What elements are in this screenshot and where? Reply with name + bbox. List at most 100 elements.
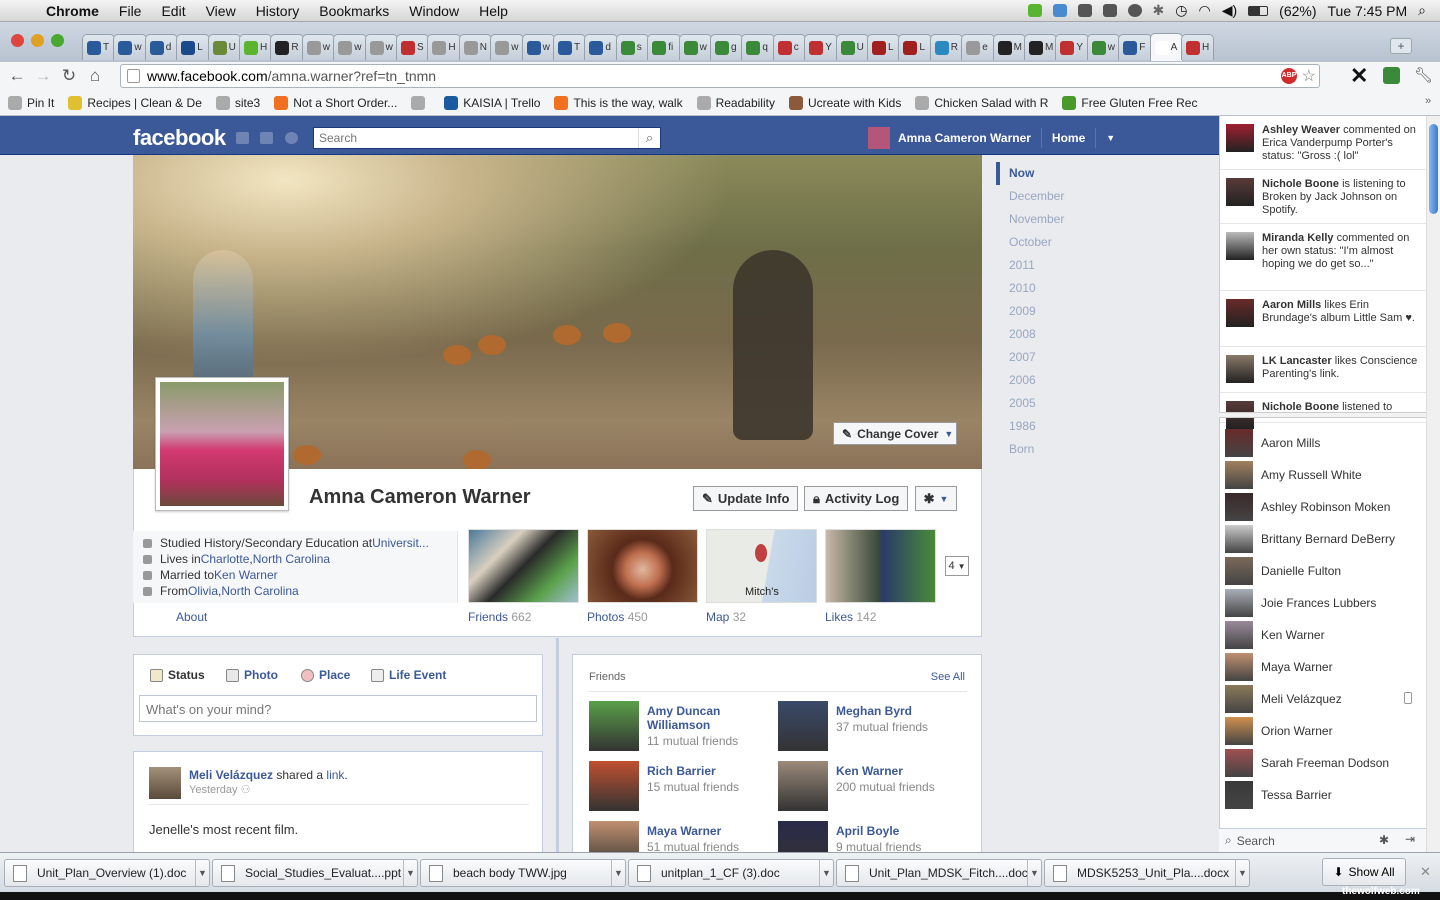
timeline-nav-item[interactable]: November [996,208,1196,231]
browser-tab[interactable]: d [144,34,179,60]
zoom-window-button[interactable] [51,34,64,47]
about-row-link[interactable]: Ken Warner [214,568,278,582]
photos-thumbnail[interactable] [587,529,698,603]
friend-requests-icon[interactable] [236,132,249,144]
bookmark-item[interactable]: Pin It [8,95,54,110]
volume-icon[interactable]: ◀) [1222,2,1237,19]
browser-tab[interactable]: T [553,34,587,60]
search-icon[interactable]: ⌕ [638,128,660,148]
ticker-story[interactable]: Aaron Mills likes Erin Brundage's album … [1220,291,1427,347]
jar-icon[interactable] [1102,4,1117,17]
friend-name[interactable]: Ken Warner [836,764,956,778]
ticker-actor[interactable]: Nichole Boone [1262,178,1339,190]
bookmark-item[interactable]: site3 [215,95,260,110]
map-thumbnail[interactable]: Mitch's [706,529,817,603]
browser-tab[interactable]: w [333,34,367,60]
ticker-avatar[interactable] [1226,178,1254,206]
browser-tab[interactable]: q [741,34,775,60]
notifications-icon[interactable] [285,132,298,144]
download-item[interactable]: Unit_Plan_MDSK_Fitch....doc ▼ [836,859,1042,887]
ticker-actor[interactable]: LK Lancaster [1262,355,1332,367]
browser-tab[interactable]: U [207,34,241,60]
timeline-nav-item[interactable]: 2009 [996,300,1196,323]
forward-button[interactable]: → [30,66,56,86]
about-row-link[interactable]: Charlotte [201,552,250,566]
account-dropdown-icon[interactable]: ▼ [1106,133,1115,143]
friend-name[interactable]: Amy Duncan Williamson [647,704,767,732]
extension-icon[interactable] [1383,67,1400,84]
new-tab-button[interactable]: + [1390,38,1412,54]
browser-tab[interactable]: M [1024,34,1058,60]
friend-item[interactable]: Ken Warner 200 mutual friends [778,761,958,811]
chat-search[interactable]: ⌕ Search ✱ ⇥ [1219,828,1426,852]
bookmark-item[interactable]: Not a Short Order... [274,95,397,110]
browser-tab[interactable]: L [867,34,901,60]
gear-icon[interactable]: ✱ [1379,833,1389,847]
browser-tab[interactable]: H [1181,34,1215,60]
chevron-down-icon[interactable]: ▼ [1235,860,1249,886]
story-actor-avatar[interactable] [149,767,181,799]
show-all-downloads-button[interactable]: ⬇ Show All [1322,858,1406,886]
fb-user-name[interactable]: Amna Cameron Warner [898,131,1031,145]
dropbox-icon[interactable] [1052,4,1067,17]
timeline-nav-item[interactable]: 2007 [996,346,1196,369]
browser-tab[interactable]: s [615,34,650,60]
browser-tab[interactable]: Y [1055,34,1089,60]
ticker-avatar[interactable] [1226,124,1254,152]
change-cover-button[interactable]: ✎ Change Cover ▼ [833,422,957,445]
ticker-resize-handle[interactable] [1219,412,1426,418]
bookmark-item[interactable] [411,95,430,110]
time-machine-icon[interactable]: ◷ [1175,2,1187,19]
friends-app-label[interactable]: Friends 662 [468,610,531,624]
wrench-menu-icon[interactable]: 🔧︎ [1414,66,1433,84]
story-actor-link[interactable]: Meli Velázquez [189,768,273,782]
clock[interactable]: Tue 7:45 PM [1328,3,1408,19]
download-item[interactable]: MDSK5253_Unit_Pla....docx ▼ [1044,859,1250,887]
timeline-nav-item[interactable]: 2010 [996,277,1196,300]
photos-app-label[interactable]: Photos 450 [587,610,648,624]
browser-tab[interactable]: fi [647,34,681,60]
bookmark-item[interactable]: Free Gluten Free Rec [1062,95,1197,110]
home-button[interactable]: ⌂ [82,66,108,86]
skype-icon[interactable] [1127,4,1142,17]
x-extension-icon[interactable]: ✕ [1350,63,1368,89]
browser-tab[interactable]: H [239,34,273,60]
bluetooth-icon[interactable]: ✱ [1153,2,1165,19]
chat-contact[interactable]: Tessa Barrier [1219,779,1426,811]
browser-tab[interactable]: R [929,34,964,60]
user-avatar[interactable] [868,127,890,149]
browser-tab[interactable]: w [364,34,398,60]
profile-picture[interactable] [155,377,289,511]
menu-edit[interactable]: Edit [151,3,195,19]
ticker-story[interactable]: Ashley Weaver commented on Erica Vanderp… [1220,116,1427,170]
bookmark-item[interactable]: Readability [696,95,775,110]
download-item[interactable]: Social_Studies_Evaluat....ppt ▼ [212,859,418,887]
chat-contact[interactable]: Meli Velázquez [1219,683,1426,715]
browser-tab[interactable]: w [490,34,524,60]
fb-search-input[interactable]: Search ⌕ [313,127,661,149]
bookmark-star-icon[interactable]: ☆ [1302,66,1316,86]
browser-tab[interactable]: w [678,34,712,60]
friend-avatar[interactable] [589,701,639,751]
chat-contact[interactable]: Amy Russell White [1219,459,1426,491]
chat-contact[interactable]: Danielle Fulton [1219,555,1426,587]
bookmark-item[interactable]: This is the way, walk [554,95,683,110]
see-all-link[interactable]: See All [931,671,965,683]
ticker-actor[interactable]: Aaron Mills [1262,299,1321,311]
friend-avatar[interactable] [589,761,639,811]
popout-icon[interactable]: ⇥ [1405,832,1415,846]
bookmark-item[interactable]: KAISIA | Trello [444,95,540,110]
chat-contact[interactable]: Brittany Bernard DeBerry [1219,523,1426,555]
ticker-story[interactable]: Nichole Boone is listening to Broken by … [1220,170,1427,224]
friend-name[interactable]: Meghan Byrd [836,704,956,718]
back-button[interactable]: ← [4,66,30,86]
chat-contact[interactable]: Aaron Mills [1219,427,1426,459]
browser-tab[interactable]: d [584,34,618,60]
browser-tab[interactable]: w [301,34,336,60]
friend-avatar[interactable] [778,761,828,811]
timeline-nav-item[interactable]: 2005 [996,392,1196,415]
battery-icon[interactable] [1248,5,1269,16]
friend-name[interactable]: April Boyle [836,824,956,838]
timeline-nav-item[interactable]: 2008 [996,323,1196,346]
browser-tab[interactable]: Y [804,34,838,60]
